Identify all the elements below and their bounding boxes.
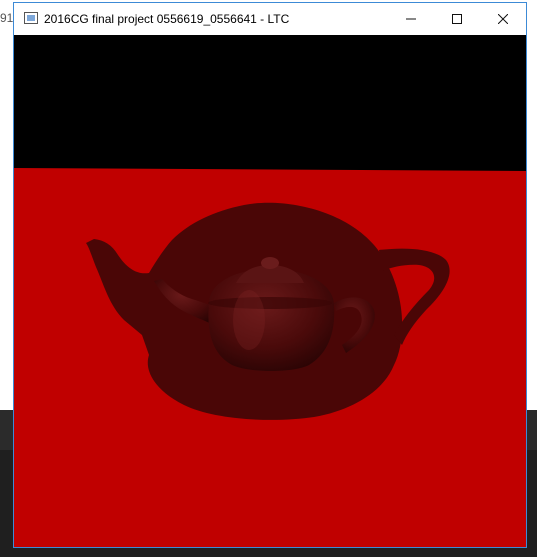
close-button[interactable] (480, 3, 526, 35)
minimize-icon (406, 18, 416, 20)
app-icon[interactable] (24, 12, 38, 24)
close-icon (498, 14, 508, 24)
minimize-button[interactable] (388, 3, 434, 35)
window-title: 2016CG final project 0556619_0556641 - L… (44, 12, 290, 26)
maximize-icon (452, 14, 462, 24)
app-window[interactable]: 2016CG final project 0556619_0556641 - L… (13, 2, 527, 548)
sky-background (14, 35, 526, 169)
title-bar[interactable]: 2016CG final project 0556619_0556641 - L… (14, 3, 526, 35)
teapot-scene (14, 35, 526, 547)
render-viewport[interactable] (14, 35, 526, 547)
maximize-button[interactable] (434, 3, 480, 35)
background-window-text: 91 (0, 11, 14, 25)
